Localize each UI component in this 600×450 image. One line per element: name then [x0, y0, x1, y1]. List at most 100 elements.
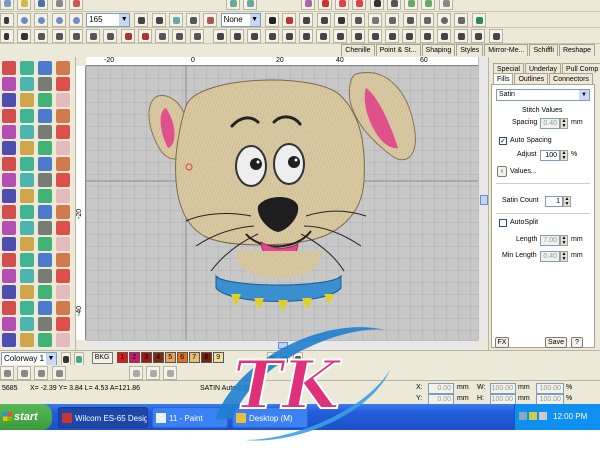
trapunto-icon[interactable] [281, 29, 296, 43]
toolbox-tool-icon[interactable] [38, 269, 52, 283]
lace-icon[interactable] [488, 29, 503, 43]
zoom-fit-icon[interactable] [68, 13, 83, 27]
complex-fill-icon[interactable] [86, 29, 101, 43]
tab-reshape[interactable]: Reshape [558, 44, 595, 56]
gradient-icon[interactable] [350, 29, 365, 43]
reshape-icon[interactable] [17, 29, 32, 43]
save-button[interactable]: Save [545, 337, 567, 348]
toolbox-tool-icon[interactable] [38, 317, 52, 331]
jagged-icon[interactable] [454, 29, 469, 43]
tool-icon[interactable] [51, 366, 66, 380]
save-icon[interactable] [34, 0, 49, 10]
tab-shaping[interactable]: Shaping [421, 44, 456, 56]
lettering-icon[interactable] [369, 0, 384, 10]
run-icon[interactable] [316, 13, 331, 27]
toolbox-tool-icon[interactable] [2, 77, 16, 91]
ring-icon[interactable] [120, 29, 135, 43]
print-icon[interactable] [51, 0, 66, 10]
undo-icon[interactable] [226, 0, 241, 10]
toolbox-tool-icon[interactable] [2, 173, 16, 187]
tab-mirror-merge[interactable]: Mirror-Me... [484, 44, 529, 56]
satin-count-spinner[interactable]: ▲ ▼ [563, 196, 571, 207]
toolbox-tool-icon[interactable] [56, 189, 70, 203]
column-icon[interactable] [103, 29, 118, 43]
show-bitmap-icon[interactable] [168, 13, 183, 27]
zoom-in-icon[interactable] [17, 13, 32, 27]
toolbox-tool-icon[interactable] [56, 253, 70, 267]
zoom-box-icon[interactable] [51, 13, 66, 27]
backstitch-icon[interactable] [316, 29, 331, 43]
toolbox-tool-icon[interactable] [2, 93, 16, 107]
toolbox-tool-icon[interactable] [20, 157, 34, 171]
toolbox-tool-icon[interactable] [20, 253, 34, 267]
toolbox-tool-icon[interactable] [20, 77, 34, 91]
toolbox-tool-icon[interactable] [38, 61, 52, 75]
toolbox-tool-icon[interactable] [20, 237, 34, 251]
show-hoop-icon[interactable] [203, 13, 218, 27]
w-pct-input[interactable]: 100.00 [536, 383, 564, 394]
blackwork-icon[interactable] [419, 29, 434, 43]
toolbox-tool-icon[interactable] [2, 221, 16, 235]
3d-icon[interactable] [333, 29, 348, 43]
spacing-spinner[interactable]: ▲ ▼ [560, 118, 568, 129]
w-input[interactable]: 100.00 [490, 383, 516, 394]
toolbox-tool-icon[interactable] [20, 317, 34, 331]
toolbox-tool-icon[interactable] [56, 285, 70, 299]
tool-icon[interactable] [128, 366, 143, 380]
fx-button[interactable]: FX [495, 337, 509, 348]
wizard-icon[interactable] [404, 0, 419, 10]
toolbox-tool-icon[interactable] [38, 77, 52, 91]
toolbox-tool-icon[interactable] [2, 157, 16, 171]
toolbox-tool-icon[interactable] [38, 157, 52, 171]
input-b-icon[interactable] [51, 29, 66, 43]
toolbox-tool-icon[interactable] [20, 333, 34, 347]
x-input[interactable]: 0.00 [428, 383, 454, 394]
toolbox-tool-icon[interactable] [2, 141, 16, 155]
vertical-scrollbar[interactable] [478, 57, 488, 340]
toolbox-tool-icon[interactable] [2, 269, 16, 283]
toolbox-tool-icon[interactable] [56, 317, 70, 331]
toolbox-tool-icon[interactable] [56, 269, 70, 283]
toolbox-tool-icon[interactable] [2, 205, 16, 219]
monogram-icon[interactable] [386, 0, 401, 10]
toolbox-tool-icon[interactable] [20, 301, 34, 315]
toolbox-tool-icon[interactable] [56, 93, 70, 107]
tab-styles[interactable]: Styles [456, 44, 484, 56]
toolbox-tool-icon[interactable] [56, 221, 70, 235]
help-button[interactable]: ? [571, 337, 583, 348]
color-swatch-7[interactable]: 7 [188, 352, 200, 363]
tab-point-stitch[interactable]: Point & St... [375, 44, 421, 56]
split-icon[interactable] [402, 13, 417, 27]
curve-icon[interactable] [402, 29, 417, 43]
input-a-icon[interactable] [34, 29, 49, 43]
toolbox-tool-icon[interactable] [20, 109, 34, 123]
toolbox-tool-icon[interactable] [38, 125, 52, 139]
toolbox-tool-icon[interactable] [56, 205, 70, 219]
toolbox-tool-icon[interactable] [20, 173, 34, 187]
fill-icon[interactable] [299, 13, 314, 27]
toolbox-tool-icon[interactable] [56, 173, 70, 187]
color-swatch-5[interactable]: 5 [164, 352, 176, 363]
toolbox-tool-icon[interactable] [38, 173, 52, 187]
contour-icon[interactable] [247, 29, 262, 43]
tool-icon[interactable] [0, 366, 14, 380]
adjust-input[interactable]: 100 [540, 150, 560, 161]
min-length-spinner[interactable]: ▲ ▼ [560, 251, 568, 262]
length-input[interactable]: 7.00 [540, 235, 560, 246]
tool-icon[interactable] [34, 366, 49, 380]
toolbox-tool-icon[interactable] [56, 77, 70, 91]
fancy-icon[interactable] [264, 29, 279, 43]
show-outlines-icon[interactable] [151, 13, 166, 27]
toolbox-tool-icon[interactable] [2, 237, 16, 251]
toolbox-tool-icon[interactable] [38, 109, 52, 123]
line-icon[interactable] [350, 13, 365, 27]
clock[interactable]: 12:00 PM [553, 404, 587, 430]
embroidery-canvas[interactable] [86, 66, 478, 340]
taskbar-item-wilcom[interactable]: Wilcom ES-65 Design... [58, 407, 148, 428]
cut-icon[interactable] [68, 0, 83, 10]
triangle-icon[interactable] [333, 13, 348, 27]
toolbox-tool-icon[interactable] [20, 285, 34, 299]
values-button[interactable]: ‹ [497, 166, 507, 177]
toolbox-tool-icon[interactable] [2, 333, 16, 347]
tray-icon[interactable] [529, 412, 537, 420]
